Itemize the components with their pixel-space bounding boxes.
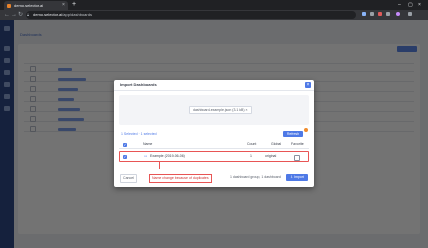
import-label: Import: [293, 175, 304, 179]
favorite-checkbox[interactable]: [294, 154, 300, 161]
favicon-icon: [7, 4, 11, 8]
extension-icon[interactable]: [378, 12, 382, 16]
address-bar[interactable]: 🔒︎ demo.selector.ai/app/dashboards: [26, 11, 356, 19]
annotation-arrow: [159, 161, 160, 169]
browser-tab[interactable]: demo.selector.ai ×: [4, 1, 68, 10]
row-name: Example (2019-06-06): [150, 154, 185, 158]
forward-button[interactable]: →: [11, 11, 17, 19]
extension-icon[interactable]: [370, 12, 374, 16]
extension-icon[interactable]: [386, 12, 390, 16]
import-button[interactable]: ⇩ Import: [286, 174, 308, 181]
folder-icon: ▭: [144, 154, 148, 158]
row-count: 1: [250, 154, 252, 158]
tab-title: demo.selector.ai: [14, 3, 44, 8]
extension-icon[interactable]: [362, 12, 366, 16]
file-dropzone[interactable]: dashboard-example.json (3.1 kB) ×: [119, 95, 309, 125]
reload-button[interactable]: ↻: [18, 11, 23, 19]
table-header: ✓ Name Count Global Favorite: [119, 141, 309, 149]
row-global: original: [265, 154, 277, 158]
header-count[interactable]: Count: [247, 141, 256, 148]
uploaded-file-chip[interactable]: dashboard-example.json (3.1 kB) ×: [189, 106, 252, 114]
tab-close-icon[interactable]: ×: [62, 2, 65, 9]
back-button[interactable]: ←: [4, 11, 10, 19]
select-all-checkbox[interactable]: ✓: [123, 142, 127, 147]
lock-icon: 🔒︎: [27, 12, 30, 17]
url-path: /app/dashboards: [62, 12, 92, 17]
modal-title: Import Dashboards: [120, 82, 157, 87]
url-text: demo.selector.ai/app/dashboards: [33, 11, 92, 19]
selection-info: 1 Selected · 1 selected: [121, 132, 157, 136]
url-host: demo.selector.ai: [33, 12, 63, 17]
cancel-button[interactable]: Cancel: [120, 174, 137, 183]
refresh-button[interactable]: Refresh: [283, 131, 303, 137]
header-name[interactable]: Name: [143, 141, 152, 148]
import-summary: 1 dashboard group, 1 dashboard: [230, 175, 281, 179]
browser-tabbar: demo.selector.ai × + – ▢ ×: [0, 0, 428, 10]
import-dashboards-modal: Import Dashboards × dashboard-example.js…: [114, 80, 314, 187]
minimize-button[interactable]: –: [398, 1, 401, 9]
profile-avatar[interactable]: [396, 12, 400, 16]
header-global[interactable]: Global: [271, 141, 281, 148]
browser-menu-icon[interactable]: [408, 12, 412, 16]
new-tab-button[interactable]: +: [72, 1, 76, 9]
close-icon[interactable]: ×: [305, 82, 311, 88]
modal-divider: [114, 90, 314, 91]
window-close-button[interactable]: ×: [418, 1, 421, 9]
annotation-callout: Name change because of duplicates: [149, 174, 212, 183]
header-favorite[interactable]: Favorite: [291, 141, 304, 148]
table-row[interactable]: ✓ ▭ Example (2019-06-06) 1 original: [119, 151, 309, 162]
maximize-button[interactable]: ▢: [408, 1, 413, 9]
status-badge: [304, 128, 308, 132]
row-checkbox[interactable]: ✓: [123, 154, 127, 159]
